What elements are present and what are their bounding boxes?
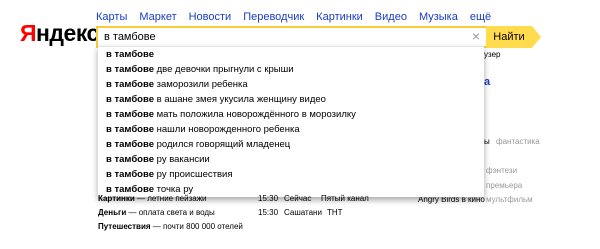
service-title: Деньги <box>98 208 127 217</box>
suggest-item[interactable]: в тамбове две девочки прыгнули с крыши <box>98 62 484 77</box>
suggest-rest: родился говорящий младенец <box>154 139 291 150</box>
right-link-1[interactable]: а <box>484 76 490 88</box>
suggest-bold: в тамбове <box>106 64 154 75</box>
suggest-rest: ру происшествия <box>154 169 233 180</box>
search-button-arrow <box>532 26 541 48</box>
nav-market[interactable]: Маркет <box>139 11 176 24</box>
suggest-item[interactable]: в тамбове ру происшествия <box>98 167 484 182</box>
suggest-bold: в тамбове <box>106 139 154 150</box>
tv-time-2: 15:30 <box>258 208 279 217</box>
suggest-bold: в тамбове <box>106 94 154 105</box>
suggest-rest: нашли новорожденного ребенка <box>154 124 300 135</box>
nav-video[interactable]: Видео <box>375 11 407 24</box>
tv-show-2[interactable]: Сашатани <box>284 207 322 218</box>
suggest-rest: ру вакансии <box>154 154 210 165</box>
genre-label-1: фантастика <box>496 137 540 146</box>
suggest-bold: в тамбове <box>106 79 154 90</box>
suggest-rest: заморозили ребенка <box>154 79 248 90</box>
tv-channel-1: Пятый канал <box>321 194 369 203</box>
service-desc: — летние пейзажи <box>134 194 207 203</box>
service-desc: — почти 800 000 отелей <box>150 222 243 231</box>
search-input[interactable] <box>104 30 464 44</box>
service-title: Картинки <box>98 194 135 203</box>
suggest-item[interactable]: в тамбове в ашане змея укусила женщину в… <box>98 92 484 107</box>
right-text-1: узер <box>484 50 501 59</box>
suggest-item[interactable]: в тамбове нашли новорожденного ребенка <box>98 122 484 137</box>
genre-label-3: премьера <box>486 181 523 190</box>
logo-rest: ндекс <box>36 20 99 46</box>
search-button[interactable]: Найти <box>486 26 532 48</box>
suggest-bold: в тамбове <box>106 124 154 135</box>
yandex-logo[interactable]: Яндекс <box>20 20 99 46</box>
suggest-dropdown: в тамбове в тамбове две девочки прыгнули… <box>98 46 484 197</box>
tv-channel-2: ТНТ <box>327 208 343 217</box>
clear-icon[interactable]: × <box>472 29 480 43</box>
nav-more[interactable]: ещё <box>470 11 491 24</box>
suggest-rest: мать положила новорождённого в морозилку <box>154 109 356 120</box>
suggest-item[interactable]: в тамбове родился говорящий младенец <box>98 137 484 152</box>
service-row-travel[interactable]: Путешествия — почти 800 000 отелей <box>98 221 243 232</box>
suggest-bold: в тамбове <box>106 109 154 120</box>
search-box: × <box>96 26 486 48</box>
nav-images[interactable]: Картинки <box>316 11 363 24</box>
tv-show-1[interactable]: Сейчас <box>284 193 311 204</box>
genre-label-2: фэнтези <box>486 166 518 175</box>
service-desc: — оплата света и воды <box>126 208 215 217</box>
suggest-bold: в тамбове <box>106 49 154 60</box>
logo-first-letter: Я <box>20 20 37 46</box>
right-text-2: ы <box>484 137 490 146</box>
suggest-item[interactable]: в тамбове заморозили ребенка <box>98 77 484 92</box>
genre-label-4: мультфильм <box>486 195 533 204</box>
suggest-item[interactable]: в тамбове мать положила новорождённого в… <box>98 107 484 122</box>
nav-maps[interactable]: Карты <box>96 11 127 24</box>
service-row-money[interactable]: Деньги — оплата света и воды <box>98 207 215 218</box>
suggest-bold: в тамбове <box>106 154 154 165</box>
service-title: Путешествия <box>98 222 151 231</box>
suggest-bold: в тамбове <box>106 169 154 180</box>
suggest-item[interactable]: в тамбове <box>98 47 484 62</box>
nav-news[interactable]: Новости <box>189 11 232 24</box>
suggest-item[interactable]: в тамбове ру вакансии <box>98 152 484 167</box>
nav-translate[interactable]: Переводчик <box>243 11 304 24</box>
service-row-images[interactable]: Картинки — летние пейзажи <box>98 193 207 204</box>
suggest-rest: две девочки прыгнули с крыши <box>154 64 294 75</box>
suggest-rest: в ашане змея укусила женщину видео <box>154 94 326 105</box>
nav-music[interactable]: Музыка <box>419 11 458 24</box>
service-nav: Карты Маркет Новости Переводчик Картинки… <box>96 11 503 24</box>
tv-time-1: 15:30 <box>258 194 279 203</box>
